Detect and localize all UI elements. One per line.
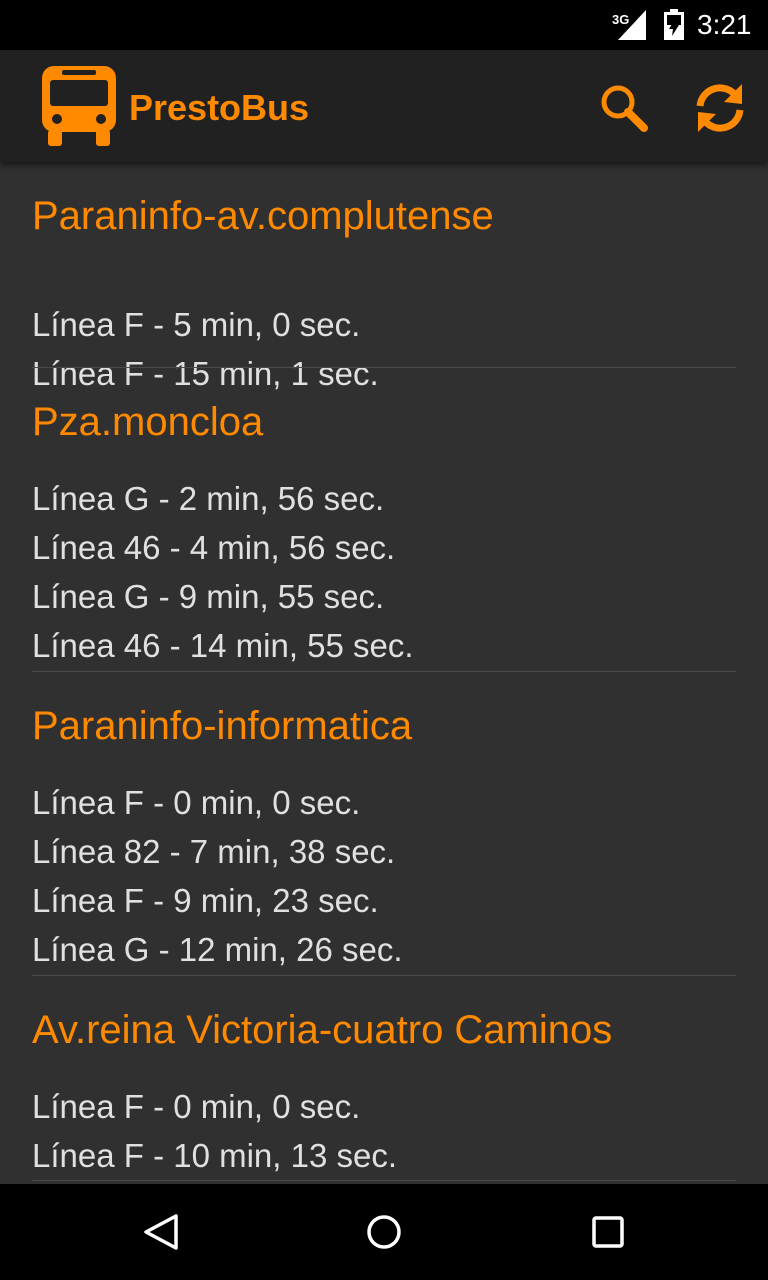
arrivals-list: Paraninfo-av.complutense Línea F - 5 min… bbox=[0, 162, 768, 1184]
arrival-item: Línea F - 5 min, 0 sec. bbox=[32, 306, 361, 343]
arrival-item: Línea F - 0 min, 0 sec. bbox=[32, 1088, 361, 1125]
divider bbox=[32, 671, 736, 672]
back-icon[interactable] bbox=[140, 1212, 180, 1252]
recents-icon[interactable] bbox=[588, 1212, 628, 1252]
arrival-item: Línea F - 15 min, 1 sec. bbox=[32, 355, 379, 392]
app-bar: PrestoBus bbox=[0, 50, 768, 162]
clock: 3:21 bbox=[697, 9, 752, 40]
divider bbox=[32, 1180, 736, 1181]
home-icon[interactable] bbox=[364, 1212, 404, 1252]
stop-name: Pza.moncloa bbox=[32, 400, 264, 444]
arrival-item: Línea F - 0 min, 0 sec. bbox=[32, 784, 361, 821]
battery-icon bbox=[664, 9, 684, 40]
signal-icon bbox=[618, 10, 646, 40]
stop-name: Av.reina Victoria-cuatro Caminos bbox=[32, 1008, 613, 1052]
arrival-item: Línea G - 9 min, 55 sec. bbox=[32, 578, 385, 615]
arrival-item: Línea F - 9 min, 23 sec. bbox=[32, 882, 379, 919]
bus-icon bbox=[42, 66, 116, 146]
arrival-item: Línea F - 10 min, 13 sec. bbox=[32, 1137, 398, 1174]
arrival-item: Línea 82 - 7 min, 38 sec. bbox=[32, 833, 396, 870]
stop-name: Paraninfo-informatica bbox=[32, 704, 413, 748]
arrival-item: Línea G - 2 min, 56 sec. bbox=[32, 480, 385, 517]
refresh-icon[interactable] bbox=[690, 78, 750, 138]
divider bbox=[32, 367, 736, 368]
arrival-item: Línea G - 12 min, 26 sec. bbox=[32, 931, 403, 968]
arrival-item: Línea 46 - 14 min, 55 sec. bbox=[32, 627, 414, 664]
search-icon[interactable] bbox=[594, 78, 654, 138]
arrival-item: Línea 46 - 4 min, 56 sec. bbox=[32, 529, 396, 566]
divider bbox=[32, 975, 736, 976]
navigation-bar bbox=[0, 1184, 768, 1280]
status-bar: 3G 3:21 bbox=[0, 0, 768, 50]
app-title: PrestoBus bbox=[129, 87, 310, 128]
stop-name: Paraninfo-av.complutense bbox=[32, 194, 494, 238]
